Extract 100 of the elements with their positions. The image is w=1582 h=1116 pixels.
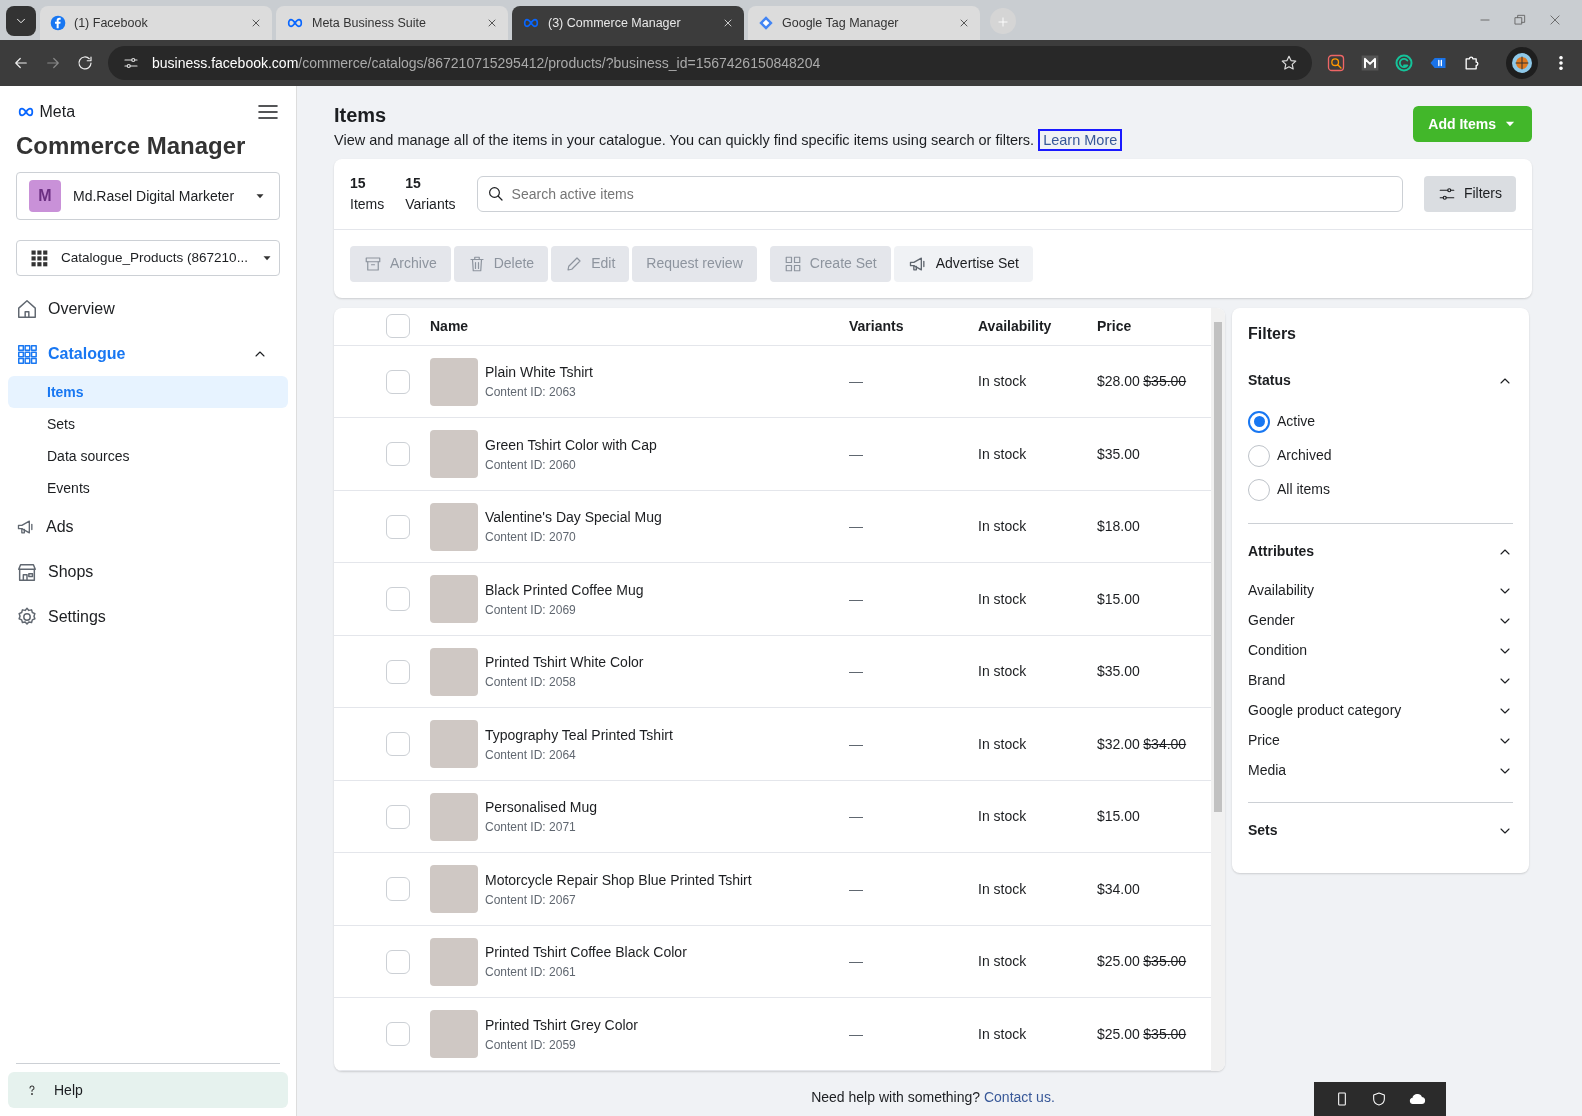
content-id: Content ID: 2063 xyxy=(485,384,577,401)
price: $18.00 xyxy=(1097,517,1140,536)
original-price: $35.00 xyxy=(1143,952,1187,971)
product-name: Printed Tshirt Coffee Black Color xyxy=(485,943,687,962)
column-header: Availability xyxy=(978,316,1053,336)
catalogue-selector[interactable]: Catalogue_Products (867210... xyxy=(16,240,280,276)
table-cell-text: — xyxy=(849,1024,864,1044)
page-description: View and manage all of the items in your catalogue. You can quickly find specific items using search or filters. Learn More xyxy=(334,130,1123,152)
magnifier-icon[interactable] xyxy=(1326,53,1346,73)
contact-link[interactable]: Contact us. xyxy=(983,1089,1055,1105)
product-name: Printed Tshirt Grey Color xyxy=(485,1015,638,1035)
photo-placeholder xyxy=(430,430,478,478)
row-checkbox[interactable] xyxy=(386,369,410,394)
radio-button[interactable] xyxy=(1248,444,1270,467)
sidebar-subitem[interactable]: Sets xyxy=(8,408,288,440)
help-button[interactable]: Help xyxy=(8,1072,288,1108)
sidebar-item[interactable]: Catalogue xyxy=(8,331,288,376)
account-avatar: M xyxy=(29,180,61,212)
sidebar-subitem[interactable]: Data sources xyxy=(8,440,288,472)
filter-section-header[interactable]: Attributes xyxy=(1248,531,1513,572)
radio-option[interactable]: Archived xyxy=(1248,438,1513,473)
sidebar-item[interactable]: Overview xyxy=(8,286,288,331)
row-checkbox[interactable] xyxy=(386,949,410,974)
filter-section-header[interactable]: Sets xyxy=(1248,810,1513,851)
sidebar-item[interactable]: Ads xyxy=(8,504,288,549)
product-name: Green Tshirt Color with Cap xyxy=(485,435,657,455)
m-letter-icon[interactable] xyxy=(1360,53,1380,73)
filter-dropdown[interactable]: Gender xyxy=(1248,605,1513,636)
close-icon[interactable] xyxy=(1548,13,1562,27)
app-title: Commerce Manager xyxy=(15,131,247,161)
grid-icon xyxy=(16,342,38,365)
browser-tab[interactable]: Meta Business Suite xyxy=(276,6,508,40)
column-header: Variants xyxy=(849,316,905,336)
table-cell-text: In stock xyxy=(978,372,1028,391)
table-cell-text: In stock xyxy=(978,444,1028,464)
g-circle-icon[interactable] xyxy=(1394,53,1414,73)
tab-title: Meta Business Suite xyxy=(312,14,427,32)
price: $34.00 xyxy=(1097,879,1140,899)
restore-icon[interactable] xyxy=(1513,13,1527,27)
close-icon[interactable] xyxy=(958,17,970,29)
table-cell-text: — xyxy=(849,807,864,826)
close-icon[interactable] xyxy=(250,17,262,29)
close-icon[interactable] xyxy=(722,17,734,29)
filter-dropdown[interactable]: Google product category xyxy=(1248,695,1513,726)
close-icon[interactable] xyxy=(486,17,498,29)
filter-section-header[interactable]: Status xyxy=(1248,360,1513,401)
action-button[interactable]: Advertise Set xyxy=(893,245,1033,282)
product-name: Plain White Tshirt xyxy=(485,363,593,382)
tab-title: (3) Commerce Manager xyxy=(548,14,682,32)
tab-list-button[interactable] xyxy=(6,6,36,36)
column-header: Name xyxy=(430,316,470,336)
table-cell-text: — xyxy=(849,734,864,754)
filters-button[interactable]: Filters xyxy=(1423,175,1516,212)
learn-more-link[interactable]: Learn More xyxy=(1038,129,1123,151)
filter-dropdown[interactable]: Brand xyxy=(1248,665,1513,696)
sidebar-subitem[interactable]: Items xyxy=(8,376,288,408)
url-text: business.facebook.com/commerce/catalogs/867210715295412/products/?business_id=1567426150848204 xyxy=(152,53,822,73)
price: $35.00 xyxy=(1097,662,1140,681)
table-cell-text: In stock xyxy=(978,734,1028,754)
panel-title: Filters xyxy=(1248,323,1297,344)
sidebar-item[interactable]: Settings xyxy=(8,594,288,639)
product-name: Printed Tshirt White Color xyxy=(485,653,644,672)
sidebar-item[interactable]: Shops xyxy=(8,549,288,594)
plus-icon xyxy=(996,14,1010,29)
scrollbar[interactable] xyxy=(1211,307,1225,1071)
row-checkbox[interactable] xyxy=(386,804,410,829)
browser-tab[interactable]: (3) Commerce Manager xyxy=(512,6,744,40)
sidebar-subitem[interactable]: Events xyxy=(8,472,288,504)
row-checkbox[interactable] xyxy=(386,732,410,756)
radio-button[interactable] xyxy=(1248,410,1270,433)
row-checkbox[interactable] xyxy=(386,659,410,684)
search-field[interactable]: Search active items xyxy=(476,175,1403,212)
filter-dropdown[interactable]: Price xyxy=(1248,725,1513,756)
row-checkbox[interactable] xyxy=(386,1022,410,1046)
row-checkbox[interactable] xyxy=(386,877,410,901)
browser-tab[interactable]: Google Tag Manager xyxy=(748,6,980,40)
row-checkbox[interactable] xyxy=(386,442,410,466)
row-checkbox[interactable] xyxy=(386,514,410,539)
price: $25.00 xyxy=(1097,1024,1140,1044)
address-bar[interactable]: business.facebook.com/commerce/catalogs/867210715295412/products/?business_id=1567426150848204 xyxy=(108,46,1312,80)
count-value: 15 xyxy=(350,173,367,193)
grid-icon xyxy=(783,254,802,273)
table-cell-text: In stock xyxy=(978,662,1028,681)
help-text: Need help with something? xyxy=(811,1089,982,1105)
browser-tab[interactable]: (1) Facebook xyxy=(40,6,272,40)
filter-dropdown[interactable]: Availability xyxy=(1248,575,1513,606)
original-price: $35.00 xyxy=(1143,1024,1187,1044)
radio-button[interactable] xyxy=(1248,478,1270,501)
photo-placeholder xyxy=(430,792,478,841)
radio-option[interactable]: Active xyxy=(1248,404,1513,439)
filter-dropdown[interactable]: Condition xyxy=(1248,635,1513,666)
table-cell-text: In stock xyxy=(978,807,1028,826)
account-selector[interactable]: M Md.Rasel Digital Marketer xyxy=(16,172,280,220)
radio-option[interactable]: All items xyxy=(1248,472,1513,507)
reload-icon[interactable] xyxy=(76,54,94,72)
select-all-checkbox[interactable] xyxy=(386,314,410,339)
content-id: Content ID: 2059 xyxy=(485,1036,577,1054)
filter-dropdown[interactable]: Media xyxy=(1248,755,1513,786)
table-cell-text: — xyxy=(849,952,864,971)
row-checkbox[interactable] xyxy=(386,587,410,611)
